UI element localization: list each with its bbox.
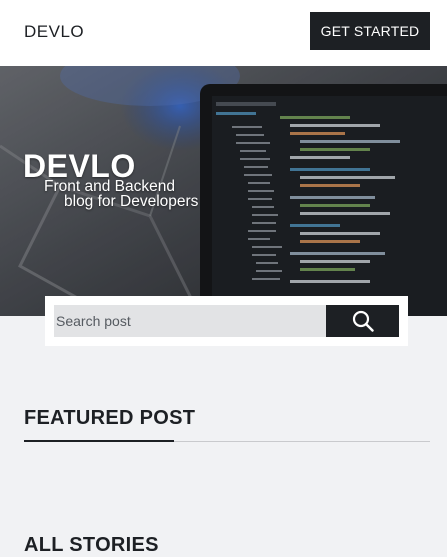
hero-subtitle-line2: blog for Developers — [64, 193, 199, 210]
hero-banner: DEVLO Front and Backend blog for Develop… — [0, 66, 447, 316]
search-icon — [352, 310, 374, 332]
search-bar — [45, 296, 408, 346]
search-button[interactable] — [326, 305, 399, 337]
brand-logo[interactable]: DEVLO — [24, 22, 84, 42]
featured-post-heading: FEATURED POST — [24, 407, 196, 429]
search-input[interactable] — [54, 305, 326, 337]
site-header: DEVLO GET STARTED — [0, 0, 447, 66]
all-stories-heading: ALL STORIES — [24, 534, 159, 556]
get-started-button[interactable]: GET STARTED — [310, 12, 430, 50]
section-divider-accent — [24, 440, 174, 442]
